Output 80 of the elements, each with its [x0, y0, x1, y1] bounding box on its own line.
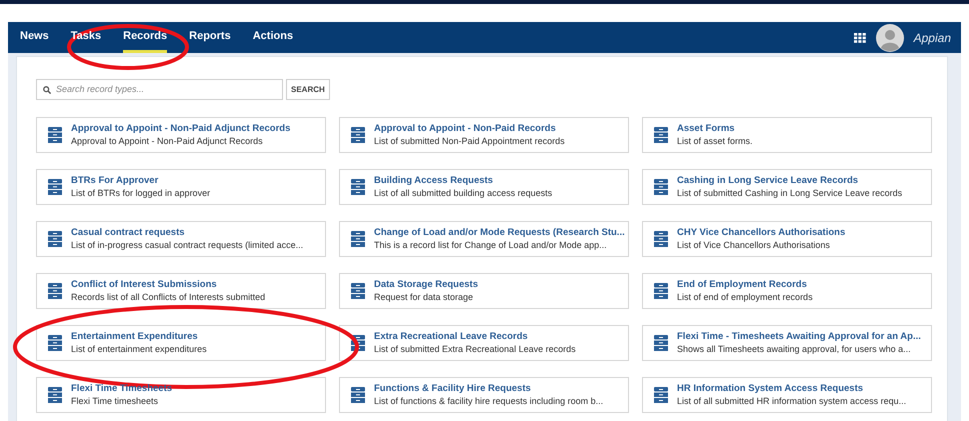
- record-card[interactable]: Casual contract requests List of in-progress casual contract requests (limited acce...: [36, 221, 326, 257]
- record-description: List of in-progress casual contract requests (limited acce...: [71, 239, 304, 252]
- avatar-icon[interactable]: [876, 24, 904, 52]
- record-title[interactable]: CHY Vice Chancellors Authorisations: [677, 226, 846, 239]
- nav-tab[interactable]: News: [20, 22, 49, 53]
- record-card[interactable]: Cashing in Long Service Leave Records List of submitted Cashing in Long Service Leave records: [642, 169, 932, 205]
- record-card[interactable]: BTRs For Approver List of BTRs for logged in approver: [36, 169, 326, 205]
- cabinet-icon: [351, 283, 365, 299]
- record-card[interactable]: Approval to Appoint - Non-Paid Adjunct Records Approval to Appoint - Non-Paid Adjunct Records: [36, 117, 326, 153]
- record-description: List of all submitted HR information system access requ...: [677, 395, 906, 408]
- record-card[interactable]: Conflict of Interest Submissions Records list of all Conflicts of Interests submitted: [36, 273, 326, 309]
- record-title[interactable]: Casual contract requests: [71, 226, 304, 239]
- record-description: Request for data storage: [374, 291, 474, 304]
- cabinet-icon: [48, 231, 62, 247]
- record-description: List of BTRs for logged in approver: [71, 187, 210, 200]
- record-title[interactable]: Approval to Appoint - Non-Paid Records: [374, 122, 565, 135]
- record-card[interactable]: Building Access Requests List of all submitted building access requests: [339, 169, 629, 205]
- cabinet-icon: [48, 179, 62, 195]
- record-card[interactable]: End of Employment Records List of end of employment records: [642, 273, 932, 309]
- record-card[interactable]: HR Information System Access Requests List of all submitted HR information system access requ...: [642, 377, 932, 413]
- search-button[interactable]: SEARCH: [286, 79, 330, 100]
- record-title[interactable]: Asset Forms: [677, 122, 753, 135]
- record-description: List of submitted Extra Recreational Leave records: [374, 343, 576, 356]
- cabinet-icon: [654, 179, 668, 195]
- cabinet-icon: [351, 335, 365, 351]
- cabinet-icon: [654, 283, 668, 299]
- record-title[interactable]: Functions & Facility Hire Requests: [374, 382, 604, 395]
- record-title[interactable]: Data Storage Requests: [374, 278, 478, 291]
- cabinet-icon: [48, 335, 62, 351]
- cabinet-icon: [654, 127, 668, 143]
- search-field[interactable]: Search record types...: [36, 79, 283, 100]
- search-input[interactable]: Search record types...: [56, 82, 276, 96]
- cabinet-icon: [48, 387, 62, 403]
- record-title[interactable]: Conflict of Interest Submissions: [71, 278, 266, 291]
- cabinet-icon: [351, 231, 365, 247]
- record-card[interactable]: Asset Forms List of asset forms.: [642, 117, 932, 153]
- record-description: List of submitted Cashing in Long Service Leave records: [677, 187, 902, 200]
- record-card[interactable]: Change of Load and/or Mode Requests (Research Stu... This is a record list for Change of Load and/or Mode app...: [339, 221, 629, 257]
- search-icon: [43, 86, 51, 94]
- cabinet-icon: [351, 387, 365, 403]
- cabinet-icon: [351, 127, 365, 143]
- cabinet-icon: [654, 231, 668, 247]
- record-card[interactable]: Data Storage Requests Request for data storage: [339, 273, 629, 309]
- record-description: Shows all Timesheets awaiting approval, for users who a...: [677, 343, 912, 356]
- nav-tab[interactable]: Actions: [252, 22, 294, 53]
- record-card[interactable]: Approval to Appoint - Non-Paid Records List of submitted Non-Paid Appointment records: [339, 117, 629, 153]
- apps-grid-icon[interactable]: [854, 32, 866, 42]
- record-description: Records list of all Conflicts of Interests submitted: [71, 291, 266, 304]
- record-title[interactable]: Change of Load and/or Mode Requests (Research Stu...: [374, 226, 624, 239]
- record-title[interactable]: Entertainment Expenditures: [71, 330, 207, 343]
- record-description: List of asset forms.: [677, 135, 753, 148]
- record-card[interactable]: Extra Recreational Leave Records List of submitted Extra Recreational Leave records: [339, 325, 629, 361]
- record-description: List of submitted Non-Paid Appointment records: [374, 135, 565, 148]
- record-card[interactable]: CHY Vice Chancellors Authorisations List of Vice Chancellors Authorisations: [642, 221, 932, 257]
- record-title[interactable]: End of Employment Records: [677, 278, 813, 291]
- record-card[interactable]: Entertainment Expenditures List of entertainment expenditures: [36, 325, 326, 361]
- record-title[interactable]: HR Information System Access Requests: [677, 382, 906, 395]
- cabinet-icon: [654, 335, 668, 351]
- record-title[interactable]: Building Access Requests: [374, 174, 552, 187]
- cabinet-icon: [654, 387, 668, 403]
- record-title[interactable]: Extra Recreational Leave Records: [374, 330, 576, 343]
- cabinet-icon: [48, 127, 62, 143]
- record-description: Approval to Appoint - Non-Paid Adjunct Records: [71, 135, 264, 148]
- nav-tab[interactable]: Reports: [189, 22, 231, 53]
- record-description: List of functions & facility hire requests including room b...: [374, 395, 604, 408]
- cabinet-icon: [351, 179, 365, 195]
- record-title[interactable]: Flexi Time - Timesheets Awaiting Approval for an Ap...: [677, 330, 921, 343]
- record-description: This is a record list for Change of Load and/or Mode app...: [374, 239, 608, 252]
- app-logo: Appian: [914, 30, 951, 46]
- record-card[interactable]: Flexi Time - Timesheets Awaiting Approval for an Ap... Shows all Timesheets awaiting approval, for users who a...: [642, 325, 932, 361]
- record-title[interactable]: BTRs For Approver: [71, 174, 210, 187]
- record-description: List of end of employment records: [677, 291, 813, 304]
- record-description: List of entertainment expenditures: [71, 343, 207, 356]
- record-title[interactable]: Approval to Appoint - Non-Paid Adjunct Records: [71, 122, 290, 135]
- record-card[interactable]: Functions & Facility Hire Requests List of functions & facility hire requests including room b...: [339, 377, 629, 413]
- record-description: List of all submitted building access requests: [374, 187, 552, 200]
- record-description: Flexi Time timesheets: [71, 395, 160, 408]
- record-description: List of Vice Chancellors Authorisations: [677, 239, 831, 252]
- record-title[interactable]: Cashing in Long Service Leave Records: [677, 174, 902, 187]
- cabinet-icon: [48, 283, 62, 299]
